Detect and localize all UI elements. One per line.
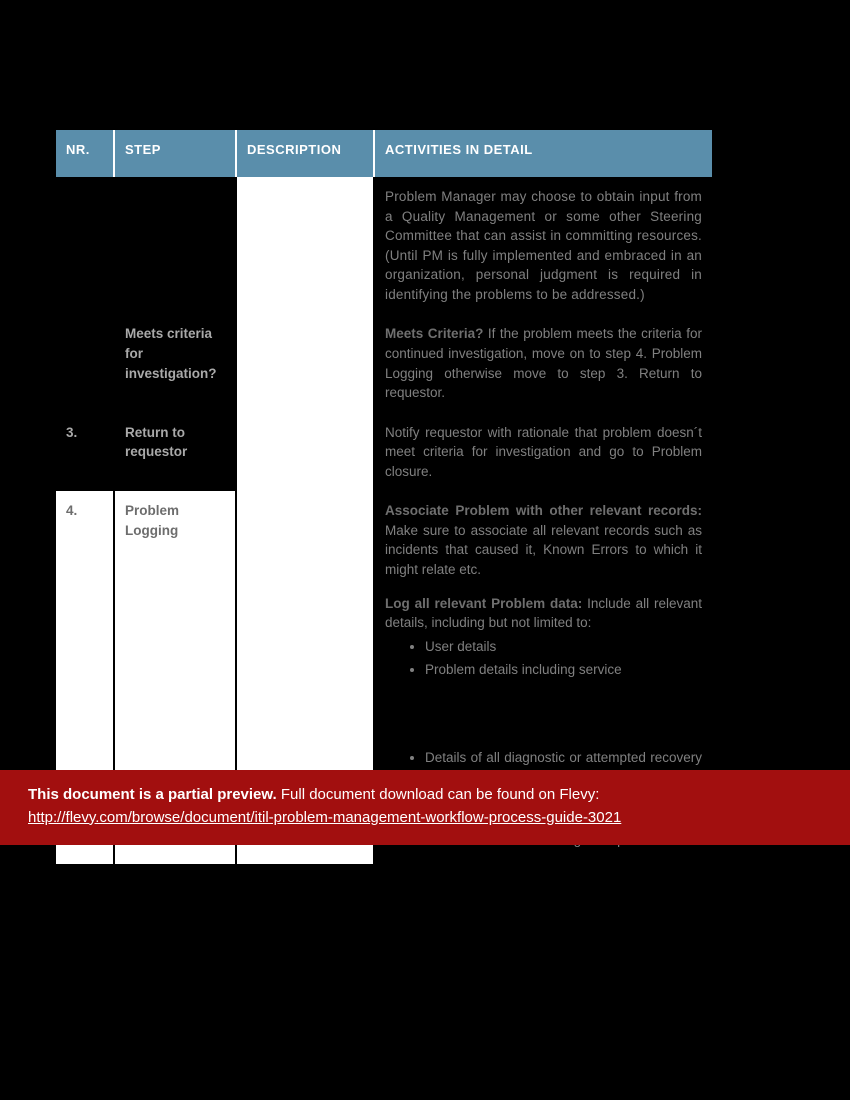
activity-lead: Meets Criteria? bbox=[385, 326, 483, 341]
col-header-desc: DESCRIPTION bbox=[236, 130, 374, 177]
cell-step: Return to requestor bbox=[114, 413, 236, 492]
list-item: User details bbox=[425, 637, 702, 657]
table-header-row: NR. STEP DESCRIPTION ACTIVITIES IN DETAI… bbox=[56, 130, 712, 177]
cell-activities: Problem Manager may choose to obtain inp… bbox=[374, 177, 712, 314]
banner-bold-text: This document is a partial preview. bbox=[28, 786, 277, 803]
table-row: 3. Return to requestor Notify requestor … bbox=[56, 413, 712, 492]
activity-lead: Log all relevant Problem data: bbox=[385, 596, 582, 611]
activity-paragraph: Log all relevant Problem data: Include a… bbox=[385, 594, 702, 633]
cell-desc bbox=[236, 314, 374, 412]
col-header-step: STEP bbox=[114, 130, 236, 177]
table-row: Problem Manager may choose to obtain inp… bbox=[56, 177, 712, 314]
process-table: NR. STEP DESCRIPTION ACTIVITIES IN DETAI… bbox=[56, 130, 712, 864]
col-header-nr: NR. bbox=[56, 130, 114, 177]
cell-nr bbox=[56, 314, 114, 412]
banner-text: Full document download can be found on F… bbox=[277, 786, 600, 803]
cell-activities: Notify requestor with rationale that pro… bbox=[374, 413, 712, 492]
cell-step: Meets criteria for investigation? bbox=[114, 314, 236, 412]
table-row: Meets criteria for investigation? Meets … bbox=[56, 314, 712, 412]
cell-activities: Meets Criteria? If the problem meets the… bbox=[374, 314, 712, 412]
cell-desc bbox=[236, 177, 374, 314]
preview-banner: This document is a partial preview. Full… bbox=[0, 770, 850, 845]
col-header-act: ACTIVITIES IN DETAIL bbox=[374, 130, 712, 177]
process-table-wrap: NR. STEP DESCRIPTION ACTIVITIES IN DETAI… bbox=[56, 130, 712, 864]
banner-link[interactable]: http://flevy.com/browse/document/itil-pr… bbox=[28, 807, 822, 830]
activity-lead: Associate Problem with other relevant re… bbox=[385, 503, 702, 518]
cell-desc bbox=[236, 413, 374, 492]
cell-step bbox=[114, 177, 236, 314]
cell-nr: 3. bbox=[56, 413, 114, 492]
activity-paragraph: Associate Problem with other relevant re… bbox=[385, 501, 702, 579]
cell-nr bbox=[56, 177, 114, 314]
list-item: Problem details including service bbox=[425, 660, 702, 680]
activity-text: Make sure to associate all relevant reco… bbox=[385, 523, 702, 577]
